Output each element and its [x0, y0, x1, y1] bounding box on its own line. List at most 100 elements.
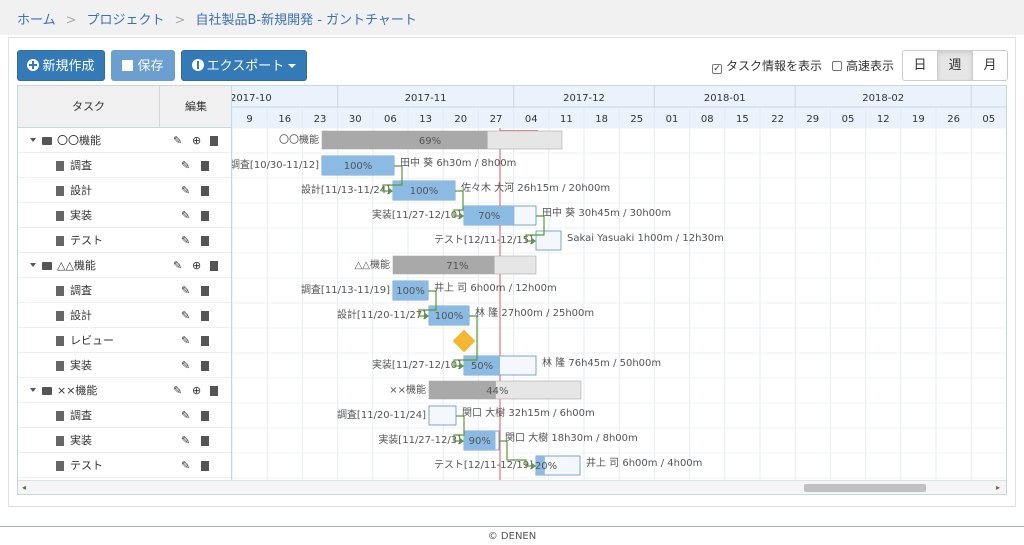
task-row[interactable]: テスト ✎ — [18, 228, 231, 253]
task-row[interactable]: 実装 ✎ — [18, 428, 231, 453]
task-group-row[interactable]: △△機能 ✎ ⊕ — [18, 253, 231, 278]
pencil-icon[interactable]: ✎ — [181, 153, 190, 178]
bar-assignee-info: 田中 葵 6h30m / 8h00m — [400, 156, 516, 169]
trash-icon[interactable] — [201, 186, 209, 196]
scroll-right-icon[interactable]: ▸ — [996, 483, 1000, 492]
plus-circle-icon[interactable]: ⊕ — [192, 128, 201, 153]
task-row[interactable]: レビュー ✎ — [18, 328, 231, 353]
file-icon — [56, 461, 64, 471]
trash-icon[interactable] — [201, 411, 209, 421]
file-icon — [56, 336, 64, 346]
month-label: 2017-12 — [563, 93, 605, 104]
trash-icon[interactable] — [210, 261, 218, 271]
breadcrumb-projects[interactable]: プロジェクト — [87, 13, 165, 28]
plus-circle-icon[interactable]: ⊕ — [192, 253, 201, 278]
pencil-icon[interactable]: ✎ — [181, 328, 190, 353]
task-row[interactable]: 設計 ✎ — [18, 303, 231, 328]
new-button[interactable]: 新規作成 — [17, 50, 105, 81]
pencil-icon[interactable]: ✎ — [181, 428, 190, 453]
trash-icon[interactable] — [201, 361, 209, 371]
pencil-icon[interactable]: ✎ — [173, 253, 182, 278]
week-label: 05 — [982, 114, 995, 125]
breadcrumb: ホーム > プロジェクト > 自社製品B-新規開発 - ガントチャート — [0, 0, 1024, 35]
view-month-button[interactable]: 月 — [972, 50, 1008, 81]
milestone-diamond[interactable] — [452, 329, 476, 353]
task-row[interactable]: 実装 ✎ — [18, 203, 231, 228]
bar-assignee-info: 井上 司 6h00m / 4h00m — [586, 456, 702, 469]
week-label: 04 — [525, 114, 538, 125]
bar-label: テスト[12/11-12/19] — [434, 460, 533, 471]
file-icon — [56, 361, 64, 371]
bar-label: テスト[12/11-12/15] — [434, 235, 533, 246]
task-row[interactable]: 調査 ✎ — [18, 278, 231, 303]
pencil-icon[interactable]: ✎ — [181, 453, 190, 478]
chevron-down-icon[interactable] — [30, 138, 36, 142]
week-label: 9 — [246, 114, 252, 125]
week-label: 22 — [771, 114, 784, 125]
task-column-header: タスク — [18, 86, 160, 127]
dependency-arrow — [389, 188, 393, 194]
scrollbar-thumb[interactable] — [804, 484, 926, 492]
task-row[interactable]: 実装 ✎ — [18, 353, 231, 378]
bar-assignee-info: 井上 司 6h00m / 12h00m — [434, 281, 557, 294]
view-day-button[interactable]: 日 — [902, 50, 938, 81]
pencil-icon[interactable]: ✎ — [181, 303, 190, 328]
trash-icon[interactable] — [201, 286, 209, 296]
folder-icon — [42, 262, 52, 270]
plus-circle-icon[interactable]: ⊕ — [192, 378, 201, 403]
trash-icon[interactable] — [201, 211, 209, 221]
week-label: 05 — [842, 114, 855, 125]
task-group-row[interactable]: 〇〇機能 ✎ ⊕ — [18, 128, 231, 153]
task-group-row[interactable]: ××機能 ✎ ⊕ — [18, 378, 231, 403]
pencil-icon[interactable]: ✎ — [181, 278, 190, 303]
task-name: △△機能 — [57, 259, 96, 272]
export-button[interactable]: エクスポート — [181, 50, 307, 81]
week-label: 19 — [912, 114, 925, 125]
trash-icon[interactable] — [201, 336, 209, 346]
summary-progress — [393, 256, 495, 274]
view-week-button[interactable]: 週 — [937, 50, 973, 81]
task-bar[interactable] — [535, 230, 562, 251]
pencil-icon[interactable]: ✎ — [173, 378, 182, 403]
pencil-icon[interactable]: ✎ — [181, 228, 190, 253]
task-row[interactable]: 調査 ✎ — [18, 403, 231, 428]
week-label: 25 — [630, 114, 643, 125]
task-name: 〇〇機能 — [57, 134, 101, 147]
fast-display-option[interactable]: 高速表示 — [832, 57, 894, 74]
pencil-icon[interactable]: ✎ — [173, 128, 182, 153]
chevron-down-icon[interactable] — [30, 388, 36, 392]
trash-icon[interactable] — [201, 461, 209, 471]
pencil-icon[interactable]: ✎ — [181, 353, 190, 378]
checkbox-unchecked[interactable] — [832, 61, 842, 71]
bar-assignee-info: 田中 葵 30h45m / 30h00m — [542, 206, 671, 219]
folder-icon — [42, 137, 52, 145]
horizontal-scrollbar[interactable]: ◂ ▸ — [18, 480, 1006, 494]
bar-label: 調査[11/20-11/24] — [337, 408, 426, 421]
trash-icon[interactable] — [210, 386, 218, 396]
task-bar[interactable] — [428, 405, 457, 426]
caret-down-icon — [288, 64, 297, 68]
breadcrumb-home[interactable]: ホーム — [17, 13, 56, 28]
pencil-icon[interactable]: ✎ — [181, 403, 190, 428]
task-row[interactable]: 設計 ✎ — [18, 178, 231, 203]
bar-percent: 44% — [486, 386, 508, 397]
trash-icon[interactable] — [201, 436, 209, 446]
trash-icon[interactable] — [201, 311, 209, 321]
pencil-icon[interactable]: ✎ — [181, 203, 190, 228]
file-icon — [56, 286, 64, 296]
dependency-arrow — [460, 363, 464, 369]
bar-percent: 20% — [535, 461, 557, 472]
trash-icon[interactable] — [201, 161, 209, 171]
task-row[interactable]: テスト ✎ — [18, 453, 231, 478]
pencil-icon[interactable]: ✎ — [181, 178, 190, 203]
chevron-down-icon[interactable] — [30, 263, 36, 267]
trash-icon[interactable] — [201, 236, 209, 246]
trash-icon[interactable] — [210, 136, 218, 146]
week-label: 23 — [314, 114, 327, 125]
save-button[interactable]: 保存 — [111, 50, 175, 81]
scroll-left-icon[interactable]: ◂ — [22, 483, 26, 492]
task-row[interactable]: 調査 ✎ — [18, 153, 231, 178]
dependency-arrow — [532, 238, 536, 244]
checkbox-checked[interactable]: ✓ — [712, 64, 722, 74]
task-info-option[interactable]: ✓ タスク情報を表示 — [712, 57, 822, 74]
